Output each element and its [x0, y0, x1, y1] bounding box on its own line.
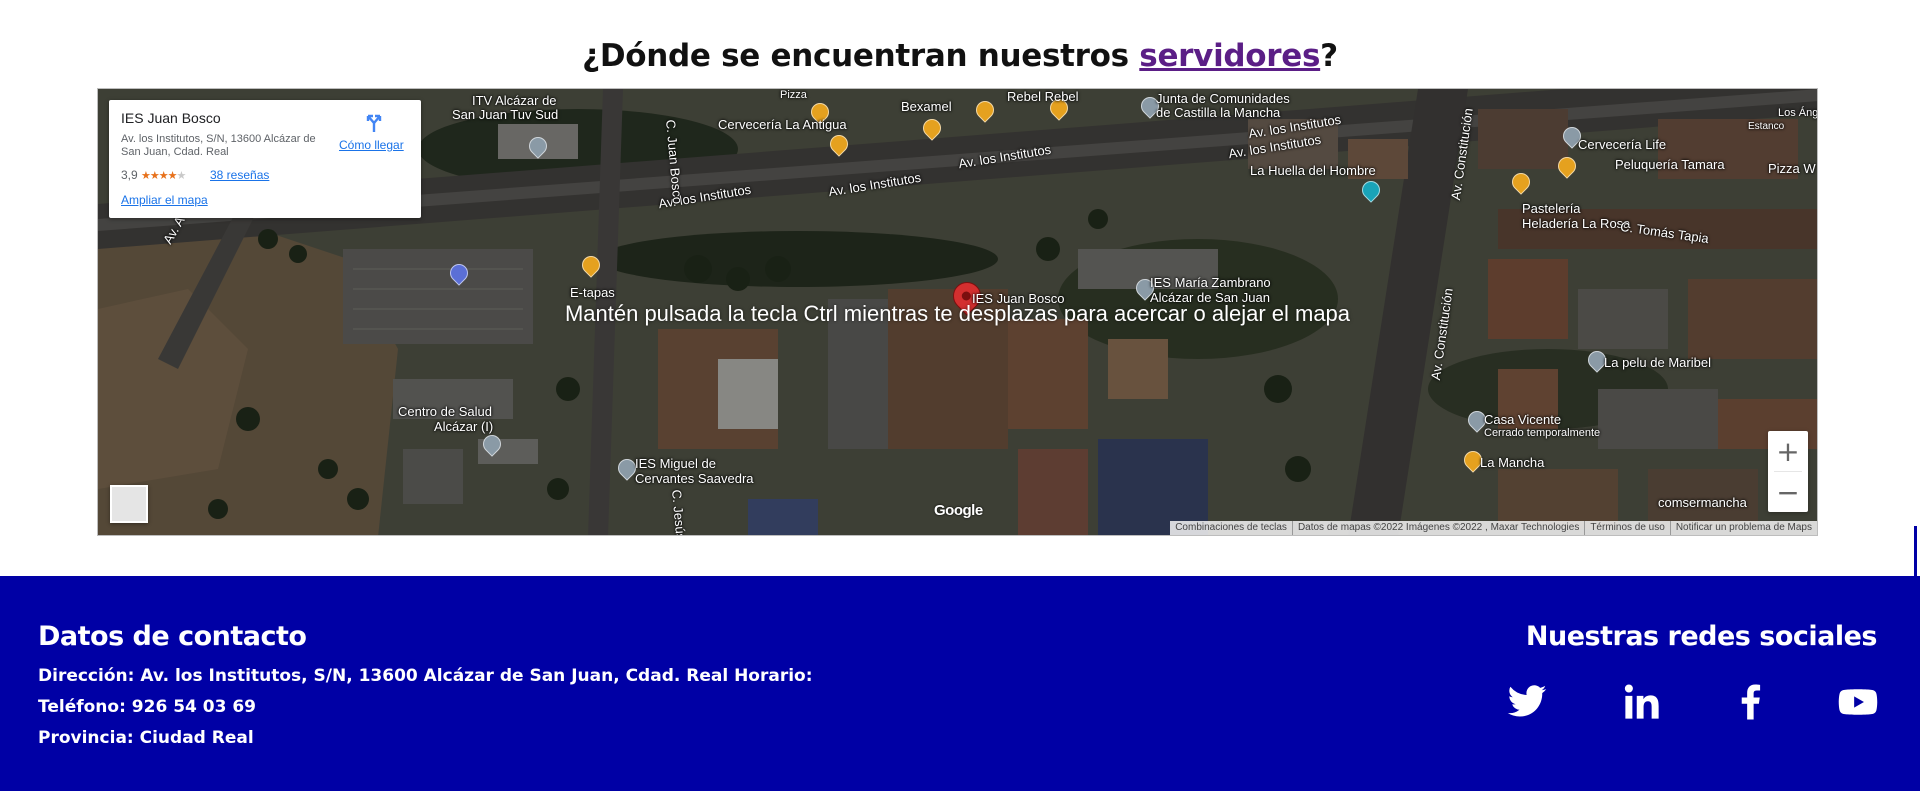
- footer-edge: [1914, 526, 1917, 576]
- google-logo: Google: [934, 502, 983, 519]
- star-rating-icon: ★★★★★: [141, 170, 186, 182]
- map-label: Los Ánge: [1778, 107, 1818, 119]
- map-label: ITV Alcázar de: [472, 93, 557, 108]
- contact-title: Datos de contacto: [38, 621, 307, 652]
- linkedin-icon[interactable]: [1621, 681, 1663, 723]
- heading-suffix: ?: [1320, 38, 1338, 74]
- map-label: Alcázar (I): [434, 419, 494, 434]
- map-label: IES María Zambrano: [1150, 275, 1271, 290]
- map-layer-toggle[interactable]: [110, 485, 148, 523]
- map-label: de Castilla la Mancha: [1156, 105, 1281, 120]
- map-label: La Mancha: [1480, 455, 1545, 470]
- map-label: San Juan Tuv Sud: [452, 107, 559, 122]
- zoom-in-button[interactable]: +: [1768, 431, 1808, 471]
- map-label: Cervecería La Antigua: [718, 117, 847, 132]
- map-label: La Huella del Hombre: [1250, 163, 1376, 178]
- map-label: Pizza W: [1768, 161, 1816, 176]
- map-label: La pelu de Maribel: [1604, 355, 1711, 370]
- map-label: Casa Vicente: [1484, 412, 1562, 427]
- zoom-control: + −: [1768, 431, 1808, 512]
- directions-icon[interactable]: [363, 112, 385, 134]
- map-label: Pizza: [780, 89, 807, 101]
- place-rating: 3,9 ★★★★★: [121, 168, 186, 182]
- reviews-link[interactable]: 38 reseñas: [210, 168, 269, 182]
- section-heading: ¿Dónde se encuentran nuestros servidores…: [0, 38, 1920, 74]
- map-label: Cervantes Saavedra: [635, 471, 754, 486]
- map-label: Heladería La Rosa: [1522, 216, 1631, 231]
- servers-link[interactable]: servidores: [1139, 38, 1320, 74]
- map-label: Peluquería Tamara: [1615, 157, 1725, 172]
- map-label: Bexamel: [901, 99, 952, 114]
- map-label: E-tapas: [570, 285, 615, 300]
- site-footer: Datos de contacto Dirección: Av. los Ins…: [0, 526, 1920, 791]
- map-label: comsermancha: [1658, 495, 1747, 510]
- map-label: Cervecería Life: [1578, 137, 1667, 152]
- map-attribution-bar: Combinaciones de teclas Datos de mapas ©…: [1170, 521, 1817, 535]
- map-label: Rebel Rebel: [1007, 89, 1079, 104]
- map-label: Estanco: [1748, 121, 1785, 132]
- phone-line: Teléfono: 926 54 03 69: [38, 697, 257, 717]
- map-label: Pastelería: [1522, 201, 1581, 216]
- map-label: Centro de Salud: [398, 404, 492, 419]
- zoom-out-button[interactable]: −: [1768, 472, 1808, 512]
- map-label: Cerrado temporalmente: [1484, 427, 1601, 439]
- scroll-zoom-hint: Mantén pulsada la tecla Ctrl mientras te…: [564, 301, 1351, 326]
- directions-link[interactable]: Cómo llegar: [339, 138, 404, 152]
- enlarge-map-link[interactable]: Ampliar el mapa: [121, 193, 208, 207]
- map-label: Junta de Comunidades: [1156, 91, 1290, 106]
- place-info-card: IES Juan Bosco Av. los Institutos, S/N, …: [109, 100, 421, 218]
- province-line: Provincia: Ciudad Real: [38, 728, 254, 748]
- place-address: Av. los Institutos, S/N, 13600 Alcázar d…: [121, 133, 316, 158]
- keyboard-shortcuts-link[interactable]: Combinaciones de teclas: [1170, 521, 1292, 535]
- place-name: IES Juan Bosco: [121, 110, 221, 126]
- address-line: Dirección: Av. los Institutos, S/N, 1360…: [38, 666, 813, 686]
- social-title: Nuestras redes sociales: [1525, 621, 1878, 652]
- map-label: IES Miguel de: [635, 456, 716, 471]
- terms-link[interactable]: Términos de uso: [1584, 521, 1669, 535]
- twitter-icon[interactable]: [1506, 681, 1548, 723]
- facebook-icon[interactable]: [1730, 681, 1772, 723]
- map-data-credit: Datos de mapas ©2022 Imágenes ©2022 , Ma…: [1291, 521, 1584, 535]
- embedded-map[interactable]: ITV Alcázar de San Juan Tuv Sud Pizza Be…: [97, 88, 1818, 536]
- report-problem-link[interactable]: Notificar un problema de Maps: [1669, 521, 1817, 535]
- youtube-icon[interactable]: [1837, 681, 1879, 723]
- heading-text: ¿Dónde se encuentran nuestros: [582, 38, 1140, 74]
- rating-value: 3,9: [121, 168, 138, 182]
